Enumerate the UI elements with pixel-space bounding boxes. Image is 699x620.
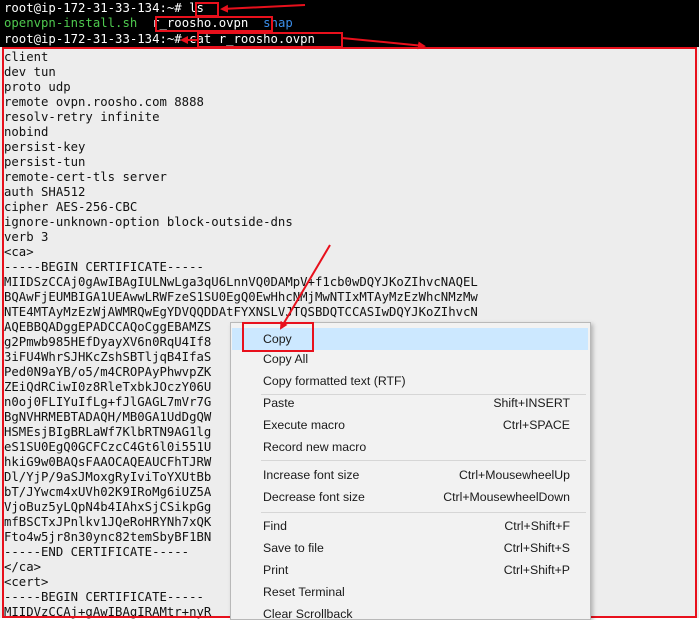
menu-separator: [261, 460, 586, 461]
prompt-line-ls: root@ip-172-31-33-134:~# ls: [4, 1, 204, 16]
command-text: ls: [189, 1, 204, 15]
output-line: Dl/YjP/9aSJMoxgRyIviToYXUtBb: [4, 470, 212, 484]
output-line: AQEBBQADggEPADCCAQoCggEBAMZS: [4, 320, 212, 334]
output-line: VjoBuz5yLQpN4b4IAhxSjCSikpGg: [4, 500, 212, 514]
prompt-line-cat: root@ip-172-31-33-134:~# cat r_roosho.ov…: [4, 32, 315, 47]
output-line: <ca>: [4, 245, 34, 259]
output-line: remote-cert-tls server: [4, 170, 167, 184]
output-line: mfBSCTxJPnlkv1JQeRoHRYNh7xQK: [4, 515, 212, 529]
menu-item-increase-font[interactable]: Increase font size Ctrl+MousewheelUp: [232, 464, 588, 486]
output-line: ZEiQdRCiwI0z8RleTxbkJOczY06U: [4, 380, 212, 394]
file-openvpn-install: openvpn-install.sh: [4, 16, 138, 30]
output-line: <cert>: [4, 575, 49, 589]
output-line: HSMEsjBIgBRLaWf7KlbRTN9AG1lg: [4, 425, 212, 439]
output-line: NTE4MTAyMzEzWjAWMRQwEgYDVQQDDAtFYXNSLVJT…: [4, 305, 478, 319]
output-line: </ca>: [4, 560, 42, 574]
menu-item-execute-macro[interactable]: Execute macro Ctrl+SPACE: [232, 414, 588, 436]
menu-item-reset-terminal[interactable]: Reset Terminal: [232, 581, 588, 603]
command-text: cat r_roosho.ovpn: [189, 32, 315, 46]
output-line: -----BEGIN CERTIFICATE-----: [4, 590, 204, 604]
terminal-header: root@ip-172-31-33-134:~# ls openvpn-inst…: [0, 0, 699, 47]
output-line: resolv-retry infinite: [4, 110, 160, 124]
output-line: proto udp: [4, 80, 71, 94]
output-line: MIIDSzCCAj0gAwIBAgIULNwLga3qU6LnnVQ0DAMp…: [4, 275, 478, 289]
menu-separator: [261, 512, 586, 513]
output-line: nobind: [4, 125, 49, 139]
ls-output-line: openvpn-install.sh r_roosho.ovpn snap: [4, 16, 293, 31]
dir-snap: snap: [263, 16, 293, 30]
output-line: client: [4, 50, 49, 64]
output-line: cipher AES-256-CBC: [4, 200, 138, 214]
output-line: g2Pmwb985HEfDyayXV6n0RqU4If8: [4, 335, 212, 349]
output-line: -----END CERTIFICATE-----: [4, 545, 190, 559]
output-line: Ped0N9aYB/o5/m4CROPAyPhwvpZK: [4, 365, 212, 379]
output-line: dev tun: [4, 65, 56, 79]
menu-item-copy-all[interactable]: Copy All: [232, 348, 588, 370]
output-line: Fto4w5jr8n30ync82temSbyBF1BN: [4, 530, 212, 544]
menu-item-copy-rtf[interactable]: Copy formatted text (RTF): [232, 370, 588, 392]
menu-item-save-to-file[interactable]: Save to file Ctrl+Shift+S: [232, 537, 588, 559]
menu-item-find[interactable]: Find Ctrl+Shift+F: [232, 515, 588, 537]
output-line: bT/JYwcm4xUVh02K9IRoMg6iUZ5A: [4, 485, 212, 499]
output-line: n0oj0FLIYuIfLg+fJlGAGL7mVr7G: [4, 395, 212, 409]
file-roosho-ovpn: r_roosho.ovpn: [152, 16, 249, 30]
output-line: remote ovpn.roosho.com 8888: [4, 95, 204, 109]
output-line: auth SHA512: [4, 185, 86, 199]
context-menu: Copy Copy All Copy formatted text (RTF) …: [230, 322, 591, 620]
output-line: ignore-unknown-option block-outside-dns: [4, 215, 293, 229]
menu-item-record-macro[interactable]: Record new macro: [232, 436, 588, 458]
menu-item-copy[interactable]: Copy: [232, 328, 588, 350]
output-line: BQAwFjEUMBIGA1UEAwwLRWFzeS1SU0EgQ0EwHhcN…: [4, 290, 478, 304]
menu-item-paste[interactable]: Paste Shift+INSERT: [232, 392, 588, 414]
prompt-text: root@ip-172-31-33-134:~#: [4, 32, 190, 46]
prompt-text: root@ip-172-31-33-134:~#: [4, 1, 190, 15]
output-line: hkiG9w0BAQsFAAOCAQEAUCFhTJRW: [4, 455, 212, 469]
output-line: 3iFU4WhrSJHKcZshSBTljqB4IfaS: [4, 350, 212, 364]
menu-item-decrease-font[interactable]: Decrease font size Ctrl+MousewheelDown: [232, 486, 588, 508]
output-line: persist-key: [4, 140, 86, 154]
menu-item-print[interactable]: Print Ctrl+Shift+P: [232, 559, 588, 581]
output-line: BgNVHRMEBTADAQH/MB0GA1UdDgQW: [4, 410, 212, 424]
output-line: eS1SU0EgQ0GCFCzcC4Gt6l0i551U: [4, 440, 212, 454]
menu-item-clear-scrollback[interactable]: Clear Scrollback: [232, 603, 588, 619]
output-line: verb 3: [4, 230, 49, 244]
output-line: -----BEGIN CERTIFICATE-----: [4, 260, 204, 274]
output-line: persist-tun: [4, 155, 86, 169]
